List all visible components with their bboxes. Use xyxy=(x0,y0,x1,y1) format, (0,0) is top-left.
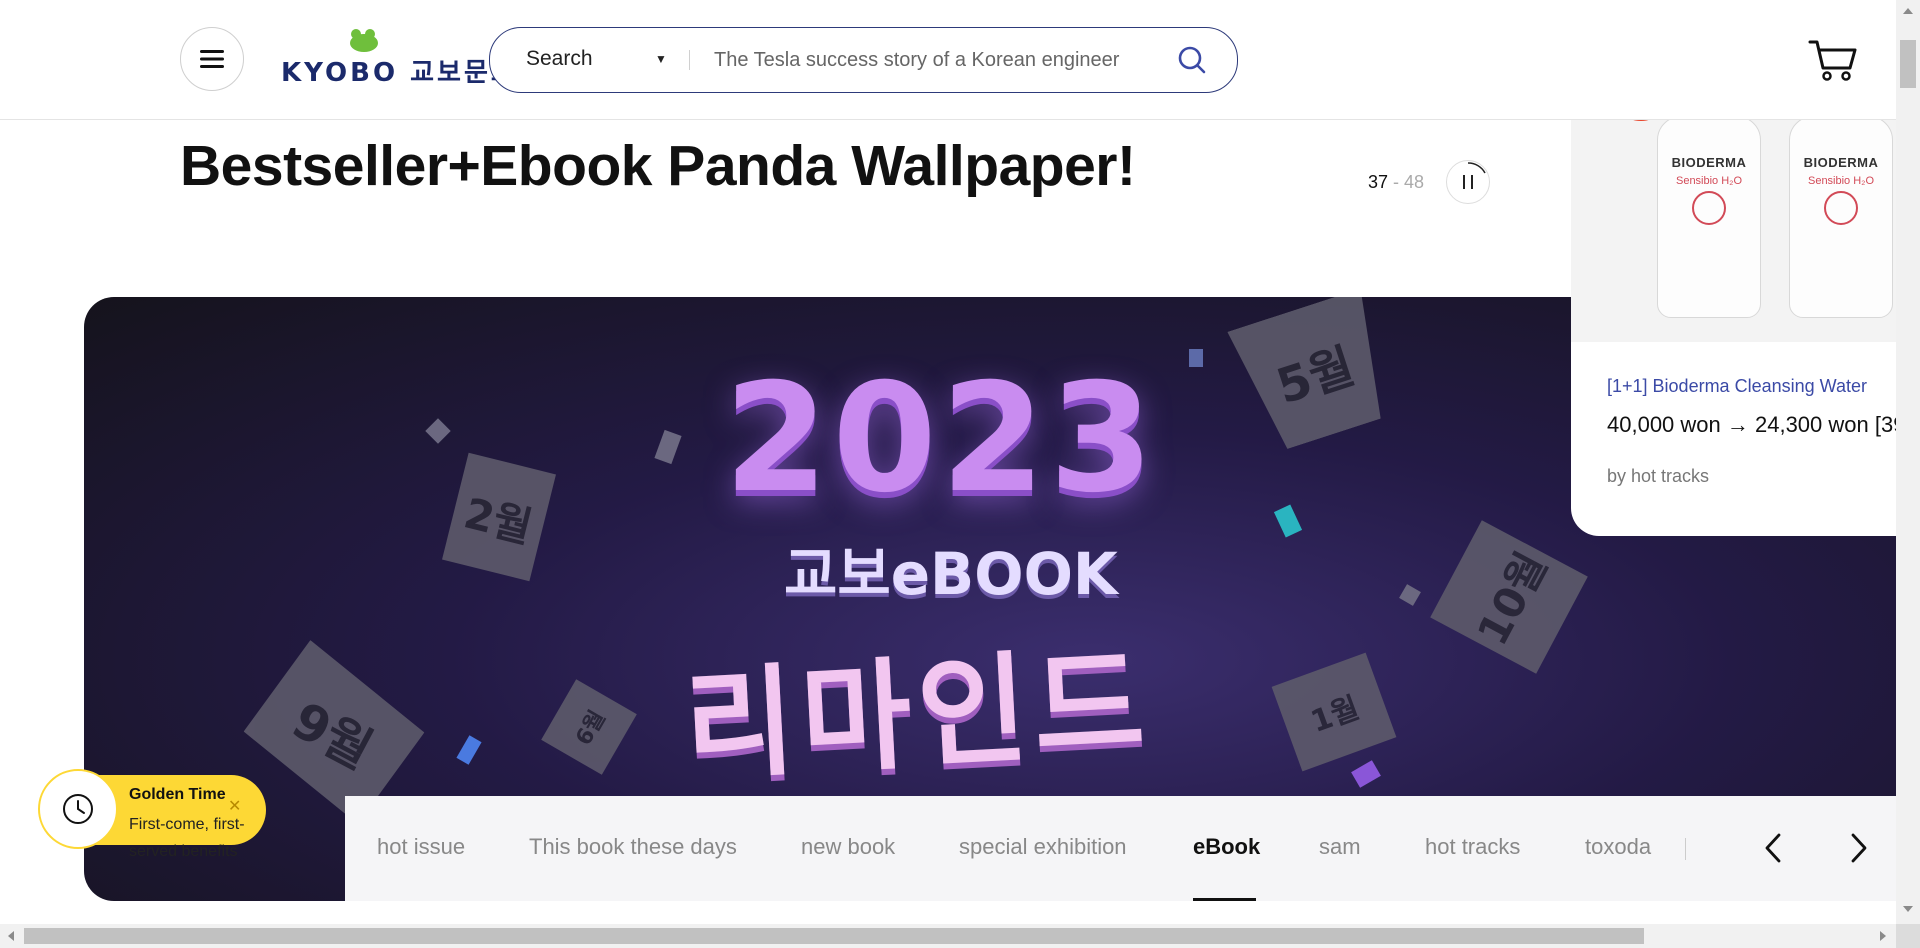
search-divider xyxy=(689,50,690,70)
tab-ebook[interactable]: eBook xyxy=(1193,834,1260,860)
search-button[interactable] xyxy=(1174,42,1210,78)
logo-bird-icon xyxy=(350,29,378,52)
month-card: 6월 xyxy=(541,679,637,775)
confetti xyxy=(456,735,482,765)
bottle-image: BIODERMA Sensibio H₂O xyxy=(1789,116,1893,318)
banner-brand: 교보eBOOK xyxy=(784,540,1118,608)
site-header: KYOBO 교보문고 Search ▼ xyxy=(0,0,1896,120)
scroll-up-icon[interactable] xyxy=(1903,8,1913,14)
kyobo-logo[interactable]: KYOBO 교보문고 xyxy=(280,28,515,88)
hamburger-icon xyxy=(200,50,224,68)
search-icon xyxy=(1178,46,1206,74)
golden-time-badge xyxy=(38,769,118,849)
banner-year: 2023 xyxy=(724,352,1158,526)
horizontal-scroll-thumb[interactable] xyxy=(24,928,1644,944)
active-tab-indicator xyxy=(1193,898,1256,901)
scrollbar-corner xyxy=(1896,924,1920,948)
chevron-left-icon xyxy=(1765,833,1781,863)
month-card: 5월 xyxy=(1227,297,1400,455)
cart-button[interactable] xyxy=(1808,38,1858,82)
confetti xyxy=(654,429,682,465)
product-image: BIODERMA Sensibio H₂O BIODERMA Sensibio … xyxy=(1571,96,1896,342)
scroll-down-icon[interactable] xyxy=(1903,906,1913,912)
tab-toxoda[interactable]: toxoda xyxy=(1585,834,1651,860)
next-button[interactable] xyxy=(1839,828,1879,868)
vertical-scroll-thumb[interactable] xyxy=(1900,40,1916,88)
pager-current: 37 xyxy=(1368,172,1389,192)
month-card: 1월 xyxy=(1271,652,1397,772)
logo-text: KYOBO 교보문고 xyxy=(281,58,518,88)
tab-sam[interactable]: sam xyxy=(1319,834,1361,860)
product-title[interactable]: [1+1] Bioderma Cleansing Water xyxy=(1607,376,1867,397)
slide-pager: 37 - 48 xyxy=(1368,172,1424,193)
product-price: 40,000 won → 24,300 won [39 xyxy=(1607,412,1896,437)
pause-button[interactable] xyxy=(1446,160,1490,204)
scroll-left-icon[interactable] xyxy=(8,931,14,941)
confetti xyxy=(1273,504,1303,538)
confetti xyxy=(1351,760,1381,788)
golden-time-widget[interactable]: Golden Time First-come, first-served ben… xyxy=(38,769,266,860)
chevron-right-icon xyxy=(1851,833,1867,863)
golden-time-subtitle: First-come, first-served benefits xyxy=(129,816,245,860)
section-title: Bestseller+Ebook Panda Wallpaper! xyxy=(180,134,1136,198)
confetti xyxy=(425,418,451,444)
tab-divider xyxy=(1685,838,1686,860)
menu-button[interactable] xyxy=(180,27,244,91)
product-card[interactable]: BIODERMA Sensibio H₂O BIODERMA Sensibio … xyxy=(1571,96,1896,536)
tab-special-exhibition[interactable]: special exhibition xyxy=(959,834,1127,860)
confetti xyxy=(1399,584,1421,606)
caret-down-icon[interactable]: ▼ xyxy=(655,52,667,66)
vertical-scrollbar[interactable] xyxy=(1896,0,1920,924)
banner-headline: 리마인드 xyxy=(681,633,1154,798)
search-category-select[interactable]: Search xyxy=(526,47,593,71)
tab-this-book-these-days[interactable]: This book these days xyxy=(529,834,737,860)
search-input[interactable] xyxy=(712,44,1146,76)
prev-button[interactable] xyxy=(1753,828,1793,868)
pager-total: 48 xyxy=(1404,172,1425,192)
product-seller: by hot tracks xyxy=(1607,466,1710,486)
pager-separator: - xyxy=(1388,172,1405,192)
tab-hot-issue[interactable]: hot issue xyxy=(377,834,465,860)
page-viewport: KYOBO 교보문고 Search ▼ Bestseller+Ebook Pan… xyxy=(0,0,1896,924)
scroll-right-icon[interactable] xyxy=(1880,931,1886,941)
month-card: 2월 xyxy=(442,452,556,582)
horizontal-scrollbar[interactable] xyxy=(0,924,1896,948)
confetti xyxy=(1189,349,1203,367)
month-card: 10월 xyxy=(1430,520,1588,674)
pause-icon xyxy=(1463,162,1486,189)
clock-icon xyxy=(63,794,93,824)
tab-hot-tracks[interactable]: hot tracks xyxy=(1425,834,1520,860)
close-icon[interactable]: ✕ xyxy=(228,799,244,815)
bottle-image: BIODERMA Sensibio H₂O xyxy=(1657,116,1761,318)
golden-time-title: Golden Time xyxy=(129,786,226,803)
search-bar: Search ▼ xyxy=(489,27,1238,93)
category-tab-bar: hot issue This book these days new book … xyxy=(345,796,1896,901)
cart-icon xyxy=(1808,40,1857,81)
tab-new-book[interactable]: new book xyxy=(801,834,895,860)
